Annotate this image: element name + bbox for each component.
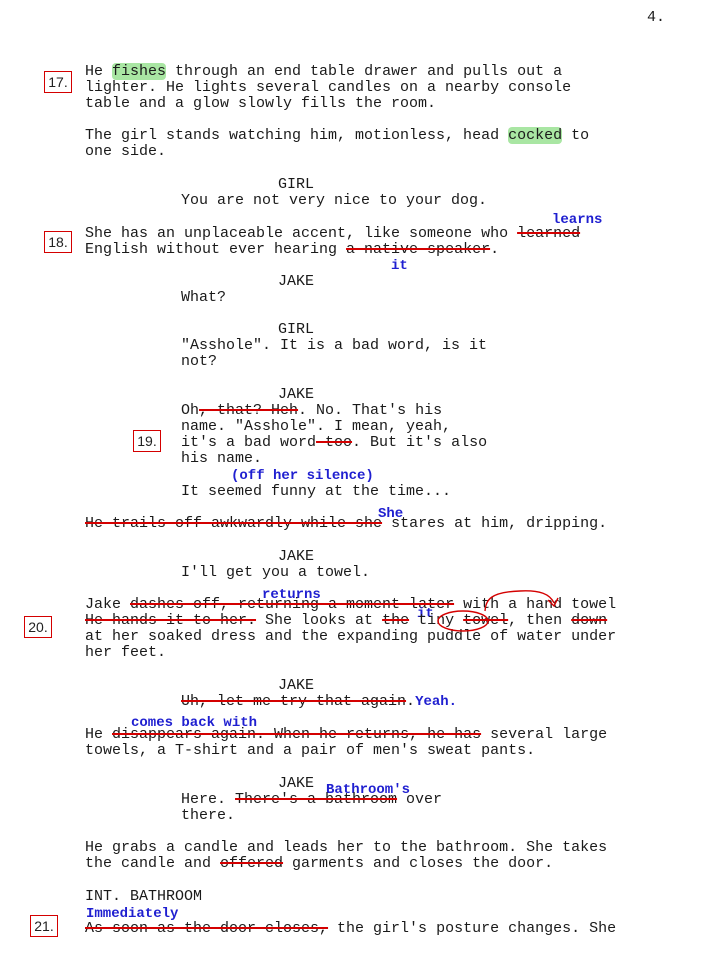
arrow-mark: [484, 590, 555, 612]
circle-mark: [437, 610, 489, 632]
markup-overlay: [437, 590, 559, 632]
